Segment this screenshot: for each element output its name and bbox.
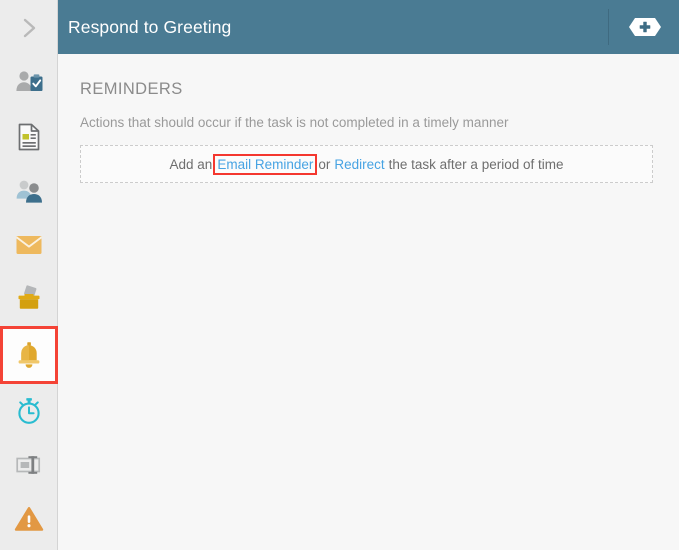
text-field-icon: [13, 452, 45, 478]
chevron-right-icon: [18, 15, 40, 41]
dropzone-suffix-text: the task after a period of time: [388, 156, 564, 172]
sidebar-item-fields[interactable]: [0, 438, 58, 492]
envelope-icon: [13, 232, 45, 258]
sidebar-item-escalation[interactable]: [0, 492, 58, 546]
section-title: REMINDERS: [80, 80, 183, 98]
header-actions: [608, 0, 679, 54]
icon-rail-sidebar: [0, 0, 58, 550]
email-reminder-link[interactable]: Email Reminder: [213, 153, 318, 175]
dropzone-middle-text: or: [318, 156, 331, 172]
warning-triangle-icon: [13, 504, 45, 534]
sidebar-item-form[interactable]: [0, 110, 58, 164]
sidebar-item-deadline[interactable]: [0, 384, 58, 438]
sidebar-item-email[interactable]: [0, 218, 58, 272]
sidebar-item-submission[interactable]: [0, 272, 58, 326]
main-content: REMINDERS Actions that should occur if t…: [58, 54, 679, 550]
redirect-link[interactable]: Redirect: [334, 157, 384, 172]
bell-icon: [14, 339, 44, 371]
plus-hexagon-icon: [626, 14, 664, 40]
reminder-dropzone[interactable]: Add an Email Reminder or Redirect the ta…: [80, 145, 653, 183]
task-configuration-screen: Respond to Greeting REMINDERS Actions th…: [0, 0, 679, 550]
sidebar-item-participants[interactable]: [0, 164, 58, 218]
page-title: Respond to Greeting: [68, 16, 232, 37]
document-form-icon: [14, 121, 44, 153]
person-clipboard-icon: [13, 67, 45, 99]
stopwatch-icon: [13, 395, 45, 427]
page-header: Respond to Greeting: [58, 0, 679, 54]
inbox-drop-icon: [13, 283, 45, 315]
dropzone-prefix-text: Add an: [169, 156, 213, 172]
add-button[interactable]: [625, 0, 665, 54]
two-people-icon: [12, 176, 46, 206]
sidebar-item-assignment[interactable]: [0, 56, 58, 110]
sidebar-item-collapse-toggle[interactable]: [0, 0, 58, 56]
section-description: Actions that should occur if the task is…: [80, 115, 509, 130]
sidebar-item-reminders[interactable]: [0, 326, 58, 384]
header-divider: [608, 9, 609, 45]
